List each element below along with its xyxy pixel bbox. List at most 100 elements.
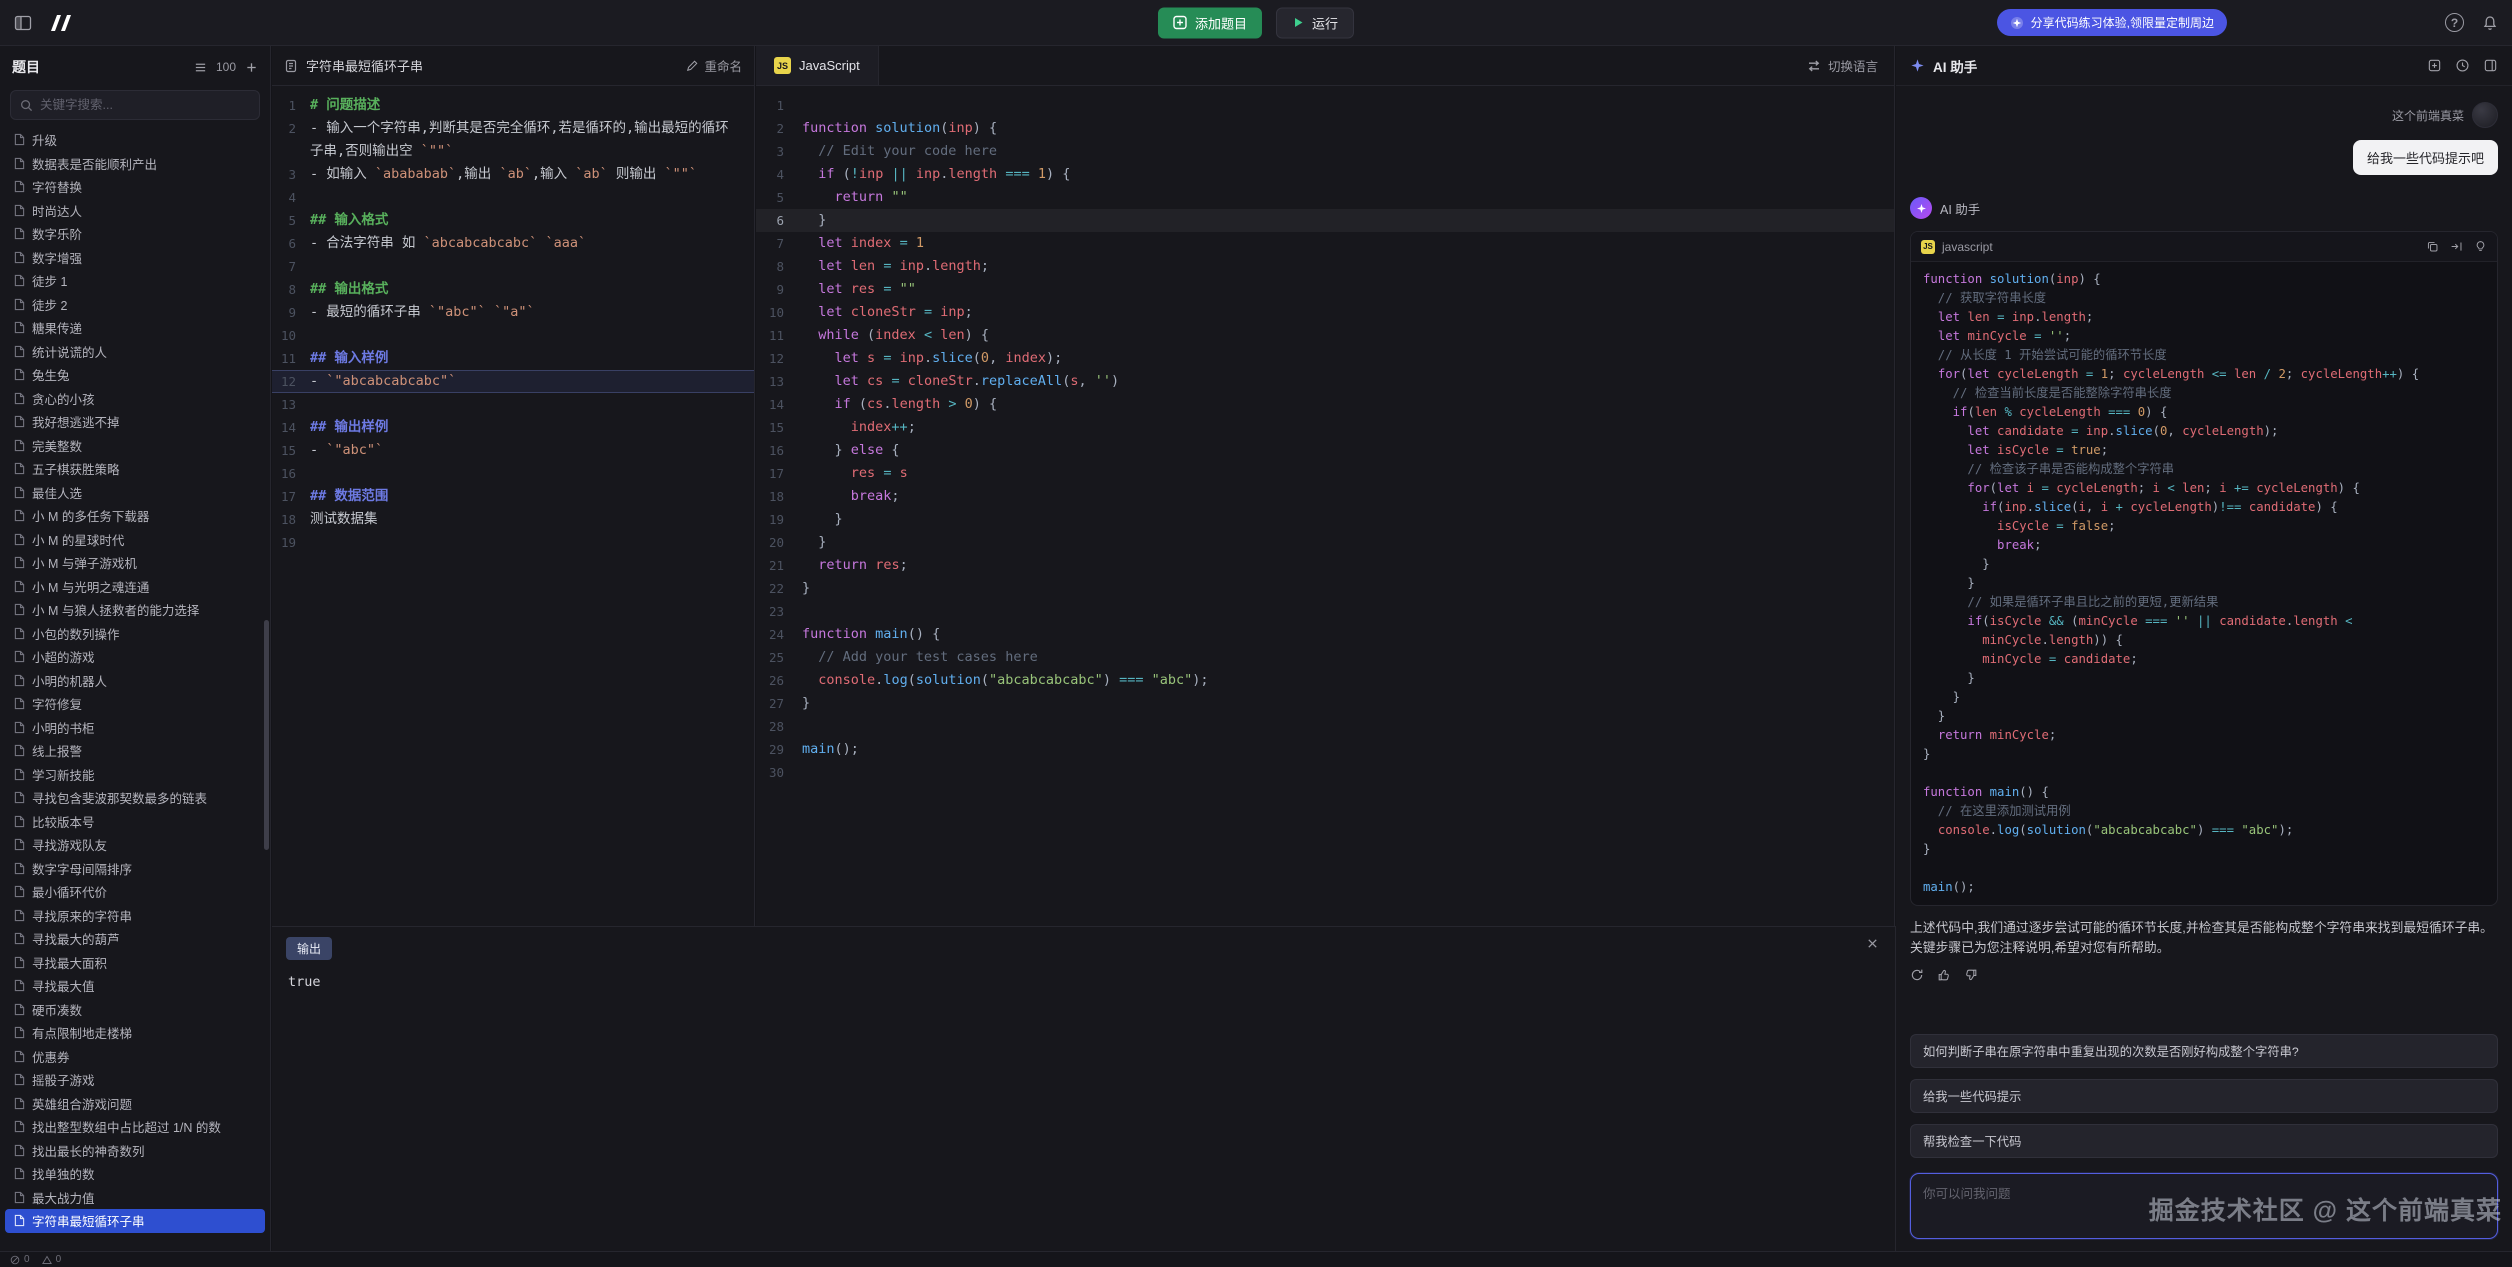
rename-button[interactable]: 重命名 xyxy=(686,56,742,75)
sidebar-item[interactable]: 徒步 2 xyxy=(5,293,265,317)
code-line[interactable]: 1 xyxy=(756,94,1894,117)
code-line[interactable]: 21 return res; xyxy=(756,554,1894,577)
sidebar-item[interactable]: 数据表是否能顺利产出 xyxy=(5,152,265,176)
sidebar-item[interactable]: 五子棋获胜策略 xyxy=(5,457,265,481)
code-line[interactable]: 11## 输入样例 xyxy=(272,347,754,370)
suggestion-chip[interactable]: 如何判断子串在原字符串中重复出现的次数是否刚好构成整个字符串? xyxy=(1910,1034,2498,1068)
code-line[interactable]: 16 xyxy=(272,462,754,485)
code-line[interactable]: 14 if (cs.length > 0) { xyxy=(756,393,1894,416)
sidebar-item[interactable]: 小 M 的多任务下载器 xyxy=(5,504,265,528)
sidebar-item[interactable]: 完美整数 xyxy=(5,434,265,458)
sidebar-toggle-icon[interactable] xyxy=(14,14,32,32)
code-line[interactable]: 4 if (!inp || inp.length === 1) { xyxy=(756,163,1894,186)
code-line[interactable]: 4 xyxy=(272,186,754,209)
sidebar-item[interactable]: 寻找游戏队友 xyxy=(5,833,265,857)
code-line[interactable]: 27} xyxy=(756,692,1894,715)
code-line[interactable]: 25 // Add your test cases here xyxy=(756,646,1894,669)
code-line[interactable]: 1# 问题描述 xyxy=(272,94,754,117)
suggestion-chip[interactable]: 帮我检查一下代码 xyxy=(1910,1124,2498,1158)
insert-code-icon[interactable] xyxy=(2450,240,2463,253)
code-line[interactable]: 10 let cloneStr = inp; xyxy=(756,301,1894,324)
chat-input-box[interactable] xyxy=(1910,1173,2498,1239)
code-line[interactable]: 17## 数据范围 xyxy=(272,485,754,508)
sidebar-item[interactable]: 优惠券 xyxy=(5,1045,265,1069)
sidebar-item[interactable]: 数字增强 xyxy=(5,246,265,270)
code-line[interactable]: 19 } xyxy=(756,508,1894,531)
code-line[interactable]: 17 res = s xyxy=(756,462,1894,485)
description-editor[interactable]: 1# 问题描述2- 输入一个字符串,判断其是否完全循环,若是循环的,输出最短的循… xyxy=(272,86,754,926)
sidebar-item[interactable]: 寻找最大的葫芦 xyxy=(5,927,265,951)
sidebar-item[interactable]: 寻找包含斐波那契数最多的链表 xyxy=(5,786,265,810)
code-line[interactable]: 18 break; xyxy=(756,485,1894,508)
sidebar-scrollbar[interactable] xyxy=(264,620,269,850)
code-line[interactable]: 5 return "" xyxy=(756,186,1894,209)
sidebar-item[interactable]: 找出最长的神奇数列 xyxy=(5,1139,265,1163)
code-line[interactable]: 9 let res = "" xyxy=(756,278,1894,301)
sidebar-item[interactable]: 统计说谎的人 xyxy=(5,340,265,364)
regenerate-icon[interactable] xyxy=(1910,968,1924,982)
sidebar-item[interactable]: 贪心的小孩 xyxy=(5,387,265,411)
code-line[interactable]: 13 xyxy=(272,393,754,416)
sidebar-item[interactable]: 找出整型数组中占比超过 1/N 的数 xyxy=(5,1115,265,1139)
code-line[interactable]: 30 xyxy=(756,761,1894,784)
sidebar-item[interactable]: 徒步 1 xyxy=(5,269,265,293)
code-line[interactable]: 14## 输出样例 xyxy=(272,416,754,439)
close-output-icon[interactable] xyxy=(1866,937,1879,950)
switch-language-button[interactable]: 切换语言 xyxy=(1807,56,1878,75)
sidebar-item[interactable]: 找单独的数 xyxy=(5,1162,265,1186)
sidebar-item[interactable]: 字符修复 xyxy=(5,692,265,716)
sidebar-item[interactable]: 小 M 的星球时代 xyxy=(5,528,265,552)
sidebar-item[interactable]: 我好想逃逃不掉 xyxy=(5,410,265,434)
code-line[interactable]: 2- 输入一个字符串,判断其是否完全循环,若是循环的,输出最短的循环子串,否则输… xyxy=(272,117,754,163)
sidebar-item[interactable]: 最大战力值 xyxy=(5,1186,265,1210)
sidebar-item[interactable]: 糖果传递 xyxy=(5,316,265,340)
share-banner-button[interactable]: 分享代码练习体验,领限量定制周边 xyxy=(1997,9,2227,36)
sidebar-item[interactable]: 寻找最大值 xyxy=(5,974,265,998)
code-line[interactable]: 13 let cs = cloneStr.replaceAll(s, '') xyxy=(756,370,1894,393)
sidebar-item[interactable]: 数字乐阶 xyxy=(5,222,265,246)
sidebar-item[interactable]: 寻找最大面积 xyxy=(5,951,265,975)
bulb-icon[interactable] xyxy=(2474,240,2487,253)
new-chat-icon[interactable] xyxy=(2427,58,2442,73)
run-button[interactable]: 运行 xyxy=(1276,7,1354,38)
app-logo[interactable] xyxy=(48,15,74,31)
code-line[interactable]: 2function solution(inp) { xyxy=(756,117,1894,140)
code-editor[interactable]: 1 2function solution(inp) {3 // Edit you… xyxy=(756,86,1894,926)
code-line[interactable]: 16 } else { xyxy=(756,439,1894,462)
status-warnings[interactable]: 0 xyxy=(42,1254,62,1265)
code-line[interactable]: 3 // Edit your code here xyxy=(756,140,1894,163)
code-line[interactable]: 20 } xyxy=(756,531,1894,554)
panel-layout-icon[interactable] xyxy=(2483,58,2498,73)
code-line[interactable]: 3- 如输入 `abababab`,输出 `ab`,输入 `ab` 则输出 `"… xyxy=(272,163,754,186)
help-icon[interactable]: ? xyxy=(2445,13,2464,32)
sidebar-item[interactable]: 学习新技能 xyxy=(5,763,265,787)
code-line[interactable]: 5## 输入格式 xyxy=(272,209,754,232)
code-line[interactable]: 24function main() { xyxy=(756,623,1894,646)
status-errors[interactable]: 0 xyxy=(10,1254,30,1265)
tab-javascript[interactable]: JS JavaScript xyxy=(756,46,879,85)
sidebar-item[interactable]: 小超的游戏 xyxy=(5,645,265,669)
code-line[interactable]: 8## 输出格式 xyxy=(272,278,754,301)
code-line[interactable]: 23 xyxy=(756,600,1894,623)
sidebar-item[interactable]: 字符替换 xyxy=(5,175,265,199)
code-line[interactable]: 19 xyxy=(272,531,754,554)
sidebar-item[interactable]: 小包的数列操作 xyxy=(5,622,265,646)
notifications-icon[interactable] xyxy=(2482,15,2498,31)
sidebar-item[interactable]: 寻找原来的字符串 xyxy=(5,904,265,928)
code-line[interactable]: 7 let index = 1 xyxy=(756,232,1894,255)
code-line[interactable]: 12 let s = inp.slice(0, index); xyxy=(756,347,1894,370)
chat-input[interactable] xyxy=(1923,1183,2485,1229)
search-box[interactable] xyxy=(10,90,260,120)
add-problem-button[interactable]: 添加题目 xyxy=(1158,7,1262,38)
code-line[interactable]: 22} xyxy=(756,577,1894,600)
sidebar-item[interactable]: 小明的机器人 xyxy=(5,669,265,693)
sidebar-item[interactable]: 小 M 与弹子游戏机 xyxy=(5,551,265,575)
suggestion-chip[interactable]: 给我一些代码提示 xyxy=(1910,1079,2498,1113)
sidebar-item[interactable]: 兔生兔 xyxy=(5,363,265,387)
sidebar-item[interactable]: 升级 xyxy=(5,128,265,152)
search-input[interactable] xyxy=(40,98,250,112)
code-line[interactable]: 28 xyxy=(756,715,1894,738)
sidebar-item[interactable]: 摇骰子游戏 xyxy=(5,1068,265,1092)
sidebar-item[interactable]: 比较版本号 xyxy=(5,810,265,834)
code-line[interactable]: 12- `"abcabcabcabc"` xyxy=(272,370,754,393)
